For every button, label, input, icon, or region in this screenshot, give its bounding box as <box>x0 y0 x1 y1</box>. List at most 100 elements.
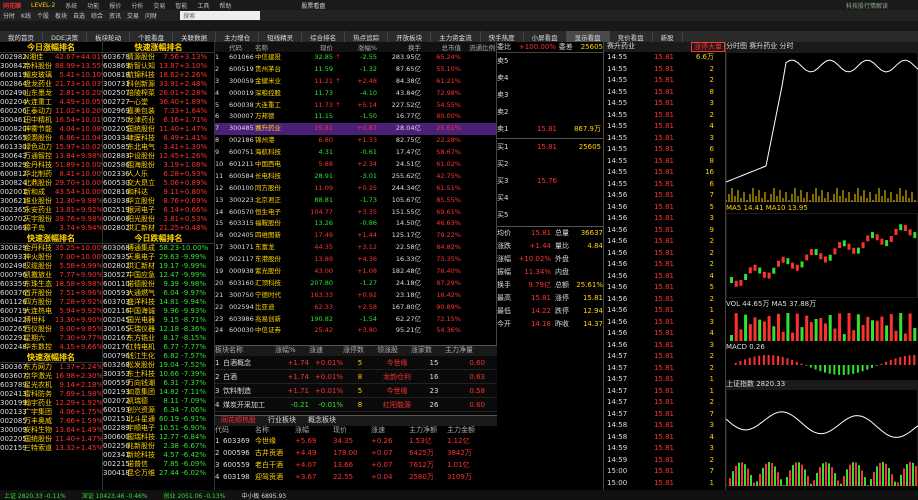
status-sz[interactable]: 深证 10423.46 -0.46% <box>82 491 148 500</box>
tab-12[interactable]: 小屏看盘 <box>524 31 567 42</box>
list-item[interactable]: 300702 天宇股份 39.76 +9.98% <box>0 215 102 224</box>
header-1[interactable]: 名称 <box>255 42 299 52</box>
table-row[interactable]: 23 603986 兆易创新 190.82 -1.54 62.27亿 72.15% <box>215 314 496 326</box>
menu-quote[interactable]: 报价 <box>109 1 121 10</box>
order-row[interactable]: 买5 <box>497 207 603 224</box>
list-item[interactable]: 601330绿色动力15.97+10.02% <box>0 143 102 152</box>
chart-title[interactable]: 分时图 赛升药业 分时 <box>726 42 918 52</box>
sector-row[interactable]: 1 白酒概念 +1.74 +0.01% 5 今世缘 15 0.60 <box>215 356 497 370</box>
search-input[interactable]: 搜索 <box>180 11 261 20</box>
tab-3[interactable]: 个股看盘 <box>130 31 174 42</box>
hot-row[interactable]: 1 603369 今世缘 +5.69 34.35 +0.26 1.53亿 1.12亿 <box>215 435 497 447</box>
list-item[interactable]: 300731 科创新源 33.91 +2.48% <box>103 80 214 89</box>
sector-row[interactable]: 3 饮料制造 +1.71 +0.01% 5 今世缘 23 0.58 <box>215 384 497 398</box>
list-item[interactable]: 002176 江特电机 6.77 -7.77% <box>103 343 214 352</box>
header-3[interactable] <box>333 42 343 52</box>
list-item[interactable]: 002289 宇顺电子 10.51 -6.90% <box>103 424 214 433</box>
table-row[interactable]: 18 002117 东港股份 13.89 +4.36 16.33亿 73.35% <box>215 254 496 266</box>
list-item[interactable]: 002001新和成 43.54+10.00% <box>0 188 102 197</box>
tab-1[interactable]: DDE决策 <box>43 31 88 42</box>
list-item[interactable]: 000820神雾节能 4.04+10.08% <box>0 125 102 134</box>
list-item[interactable]: 600719 大连热电 5.94 +9.92% <box>0 307 102 316</box>
macd-chart[interactable] <box>726 352 918 378</box>
list-item[interactable]: 603068 博通集成 58.23 -10.00% <box>103 244 214 253</box>
toolbar-kline[interactable]: K线 <box>18 11 34 20</box>
toolbar-stock[interactable]: 个股 <box>34 11 52 20</box>
hot-row[interactable]: 2 000596 古井贡酒 +4.49 178.00 +0.07 6425万 3842万 <box>215 447 497 459</box>
list-item[interactable]: 600110 诺德股份 9.39 -9.98% <box>103 280 214 289</box>
tab-15[interactable]: 新股 <box>653 31 683 42</box>
list-item[interactable]: 300199 翰宇药业 12.29 +1.92% <box>0 399 102 408</box>
table-row[interactable]: 13 300223 北京君正 88.81 -1.73 105.67亿 85.55% <box>215 195 496 207</box>
table-row[interactable]: 6 300007 万邦德 11.15 -1.50 16.77亿 80.00% <box>215 111 496 123</box>
hot-tab-2[interactable]: 概念板块 <box>302 416 342 426</box>
tab-5[interactable]: 主力增仓 <box>216 31 260 42</box>
list-item[interactable]: 603359 东珠生态 18.58 +9.98% <box>0 280 102 289</box>
volume-chart[interactable] <box>726 309 918 341</box>
list-item[interactable]: 600530 交大昂立 5.06 +0.89% <box>103 179 214 188</box>
order-row[interactable]: 买4 <box>497 190 603 207</box>
table-row[interactable]: 3 300059 金健米业 11.21 ↑ +2.48 84.38亿 61.21% <box>215 76 496 88</box>
hot-tab-1[interactable]: 行业板块 <box>262 416 302 426</box>
sector-col-6[interactable]: 主力净量 <box>445 346 479 356</box>
list-item[interactable]: 002291 星期六 7.30 +9.77% <box>0 334 102 343</box>
table-row[interactable]: 24 600030 中信证券 25.42 +3.80 95.21亿 54.36% <box>215 325 496 337</box>
intraday-chart[interactable] <box>725 51 918 203</box>
order-row[interactable]: 卖4 <box>497 70 603 87</box>
list-item[interactable]: 002864盘龙药业21.73+10.03% <box>0 80 102 89</box>
status-cy[interactable]: 创业 2051.06 -0.13% <box>164 491 226 500</box>
header-6[interactable]: 总市值 <box>421 42 462 52</box>
menu-trade[interactable]: 交易 <box>153 1 165 10</box>
list-item[interactable]: 000559 万向钱潮 6.31 -7.37% <box>103 379 214 388</box>
hot-head-3[interactable]: 现价 <box>333 426 371 435</box>
table-row[interactable]: 11 600584 长电科技 28.91 -3.01 255.62亿 42.75% <box>215 171 496 183</box>
list-item[interactable]: 002586 围海股份 3.19 +1.08% <box>103 161 214 170</box>
list-item[interactable]: 300334 津膜科技 6.49 +1.41% <box>103 134 214 143</box>
list-item[interactable]: 600812华北制药 8.41+10.00% <box>0 170 102 179</box>
table-row[interactable]: 1 601066 中信建投 32.85 ↑ -2.55 283.95亿 65.24% <box>215 52 496 64</box>
list-item[interactable]: 002256 兆新股份 2.38 -6.67% <box>103 442 214 451</box>
hot-row[interactable]: 4 603198 迎驾贡酒 +3.67 22.55 +0.04 2580万 3109万 <box>215 471 497 483</box>
list-item[interactable]: 002802 洪汇新材 21.25 +0.48% <box>103 224 214 233</box>
toolbar-news[interactable]: 资讯 <box>106 11 124 20</box>
tab-2[interactable]: 板块轮动 <box>87 31 131 42</box>
list-item[interactable]: 300165 天瑞仪器 12.18 -8.36% <box>103 325 214 334</box>
list-item[interactable]: 002490山东墨龙 2.81+10.20% <box>0 89 102 98</box>
list-item[interactable]: 000608 阳光股份 3.81 +0.53% <box>103 215 214 224</box>
list-item[interactable]: 002069 獐子岛 3.74 +9.94% <box>0 224 102 233</box>
table-row[interactable]: 12 600100 同方股份 11.09 +0.25 244.34亿 61.51% <box>215 183 496 195</box>
order-row[interactable]: 卖1 15.81 867.9万 <box>497 121 603 138</box>
order-row[interactable]: 买2 <box>497 156 603 173</box>
toolbar-trade[interactable]: 交易 <box>124 11 142 20</box>
hot-head-5[interactable]: 主力净额 <box>409 426 447 435</box>
list-item[interactable]: 002519 银河电子 6.14 +0.66% <box>103 206 214 215</box>
tab-6[interactable]: 短线精灵 <box>259 31 303 42</box>
menu-help[interactable]: 帮助 <box>219 1 231 10</box>
table-row[interactable]: 20 603160 汇顶科技 207.80 -1.27 24.18亿 87.29% <box>215 278 496 290</box>
list-item[interactable]: 002248 华东数控 4.15 +9.66% <box>0 343 102 352</box>
list-item[interactable]: 002336 人人乐 6.28 +0.93% <box>103 170 214 179</box>
kline-chart[interactable] <box>725 212 918 299</box>
list-item[interactable]: 002413 雷科防务 7.69 +1.98% <box>0 390 102 399</box>
list-item[interactable]: 600193 创兴资源 6.34 -7.06% <box>103 406 214 415</box>
toolbar-timeline[interactable]: 分时 <box>0 11 18 20</box>
tab-14[interactable]: 竞价看盘 <box>610 31 653 42</box>
list-item[interactable]: 603869 新智认知 13.87 +3.10% <box>103 62 214 71</box>
list-item[interactable]: 600376 首开股份 7.51 +9.96% <box>0 289 102 298</box>
status-sh[interactable]: 上证 2820.33 -0.11% <box>4 491 66 500</box>
hot-head-2[interactable]: 涨幅 <box>295 426 333 435</box>
list-item[interactable]: 300353 东土科技 10.66 -7.39% <box>103 370 214 379</box>
menu-system[interactable]: 系统 <box>65 1 77 10</box>
table-row[interactable]: 22 002594 比亚迪 62.33 +2.58 167.80亿 90.89% <box>215 302 496 314</box>
list-item[interactable]: 300621 维业股份 12.30 +9.98% <box>0 197 102 206</box>
list-item[interactable]: 300367 东方网力 1.37 +2.24% <box>0 363 102 372</box>
header-4[interactable]: 涨幅% <box>343 42 377 52</box>
table-row[interactable]: 4 000019 深粮控股 11.73 -4.10 43.84亿 72.98% <box>215 88 496 100</box>
list-item[interactable]: 002072 凯瑞德 8.11 -7.09% <box>103 397 214 406</box>
list-item[interactable]: 002167 东方锆业 8.17 -8.15% <box>103 334 214 343</box>
list-item[interactable]: 002215 诺普信 7.85 -6.09% <box>103 460 214 469</box>
list-item[interactable]: 603703 盛洋科技 14.81 -9.94% <box>103 298 214 307</box>
table-row[interactable]: 17 300171 东富龙 44.35 +3.12 22.58亿 84.82% <box>215 242 496 254</box>
order-row[interactable]: 买1 15.81 25605 <box>497 139 603 156</box>
tab-8[interactable]: 热点追踪 <box>345 31 389 42</box>
